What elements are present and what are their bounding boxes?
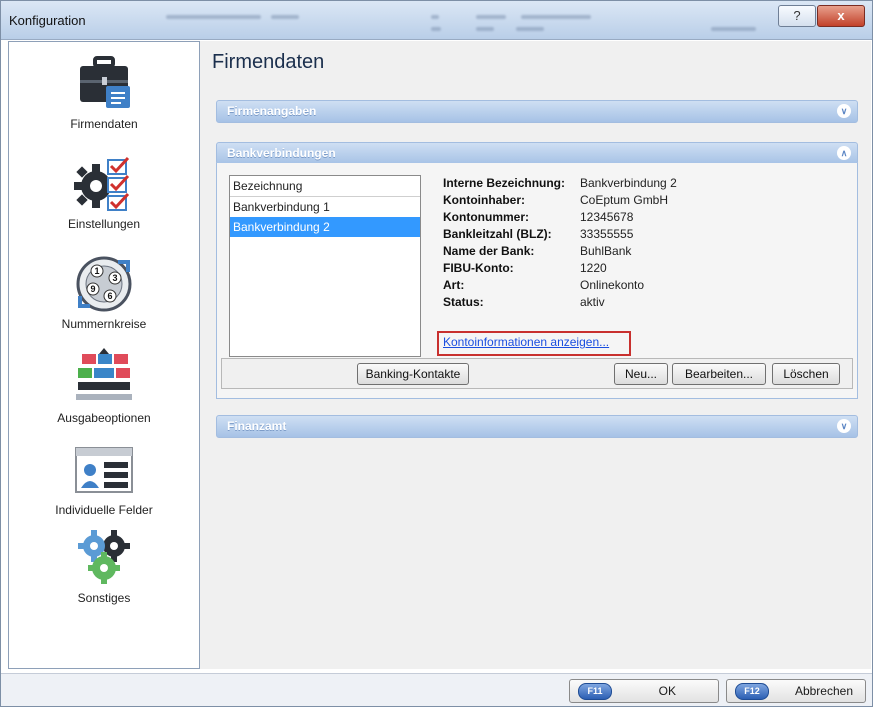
custom-fields-icon [75, 447, 133, 493]
section-title: Finanzamt [227, 419, 287, 433]
bank-list[interactable]: Bezeichnung Bankverbindung 1 Bankverbind… [229, 175, 421, 357]
window-title: Konfiguration [9, 13, 86, 28]
sidebar-item-label: Einstellungen [67, 217, 141, 231]
detail-label: Status: [443, 295, 484, 309]
detail-value: Onlinekonto [580, 278, 645, 292]
section-title: Bankverbindungen [227, 146, 336, 160]
detail-row: Kontoinhaber: CoEptum GmbH [443, 192, 677, 209]
expand-icon[interactable]: ∨ [837, 104, 851, 118]
detail-value: aktiv [580, 295, 605, 309]
detail-label: Name der Bank: [443, 244, 535, 258]
detail-row: FIBU-Konto: 1220 [443, 260, 677, 277]
footer-bar: F11 OK F12 Abbrechen [1, 673, 872, 706]
show-account-info-link[interactable]: Kontoinformationen anzeigen... [443, 335, 609, 349]
sidebar-item-label: Individuelle Felder [55, 503, 153, 517]
gears-icon [78, 530, 130, 584]
detail-value: CoEptum GmbH [580, 193, 669, 207]
expand-icon[interactable]: ∨ [837, 419, 851, 433]
settings-checklist-icon [74, 156, 130, 211]
help-button[interactable]: ? [778, 5, 816, 27]
blurred-background-text [166, 9, 766, 35]
highlight-box: Kontoinformationen anzeigen... [437, 331, 631, 356]
detail-label: Kontoinhaber: [443, 193, 525, 207]
configuration-window: Konfiguration ? x Firmendaten Einstellun… [0, 0, 873, 707]
bank-accounts-panel: Bezeichnung Bankverbindung 1 Bankverbind… [216, 163, 858, 399]
detail-label: FIBU-Konto: [443, 261, 514, 275]
svg-text:1: 1 [94, 266, 99, 276]
svg-text:9: 9 [90, 284, 95, 294]
detail-label: Bankleitzahl (BLZ): [443, 227, 552, 241]
detail-value: 33355555 [580, 227, 634, 241]
detail-row: Bankleitzahl (BLZ): 33355555 [443, 226, 677, 243]
banking-contacts-button[interactable]: Banking-Kontakte [357, 363, 469, 385]
detail-value: 1220 [580, 261, 607, 275]
list-header[interactable]: Bezeichnung [230, 176, 420, 197]
sidebar-item-nummernkreise[interactable]: 1 3 9 6 Nummernkreise [9, 254, 199, 331]
title-bar: Konfiguration ? x [1, 1, 872, 40]
svg-text:6: 6 [107, 291, 112, 301]
new-button[interactable]: Neu... [614, 363, 668, 385]
f11-key-icon: F11 [578, 683, 612, 700]
edit-button[interactable]: Bearbeiten... [672, 363, 766, 385]
list-item-selected[interactable]: Bankverbindung 2 [230, 217, 420, 237]
bank-details: Interne Bezeichnung: Bankverbindung 2 Kon… [443, 175, 677, 311]
sidebar-item-individuelle-felder[interactable]: Individuelle Felder [9, 440, 199, 517]
section-firmenangaben[interactable]: Firmenangaben ∨ [216, 100, 858, 123]
cancel-label: Abbrechen [794, 684, 853, 698]
section-bankverbindungen[interactable]: Bankverbindungen ∧ [216, 142, 858, 165]
detail-label: Interne Bezeichnung: [443, 176, 566, 190]
sidebar-item-firmendaten[interactable]: Firmendaten [9, 54, 199, 131]
page-title: Firmendaten [212, 51, 325, 73]
detail-label: Kontonummer: [443, 210, 529, 224]
detail-row: Art: Onlinekonto [443, 277, 677, 294]
briefcase-icon [80, 56, 130, 108]
list-item[interactable]: Bankverbindung 1 [230, 197, 420, 217]
detail-value: BuhlBank [580, 244, 632, 258]
bank-button-bar: Banking-Kontakte Neu... Bearbeiten... Lö… [221, 358, 853, 389]
sidebar-item-ausgabeoptionen[interactable]: Ausgabeoptionen [9, 348, 199, 425]
output-options-icon [76, 348, 132, 400]
sidebar: Firmendaten Einstellungen 1 3 9 6 Nummer… [8, 41, 200, 669]
detail-value: 12345678 [580, 210, 634, 224]
number-dial-icon: 1 3 9 6 [76, 256, 132, 312]
detail-value: Bankverbindung 2 [580, 176, 677, 190]
main-content: Firmendaten Firmenangaben ∨ Bankverbindu… [200, 41, 871, 669]
section-title: Firmenangaben [227, 104, 317, 118]
detail-row: Interne Bezeichnung: Bankverbindung 2 [443, 175, 677, 192]
close-button[interactable]: x [817, 5, 865, 27]
sidebar-item-sonstiges[interactable]: Sonstiges [9, 528, 199, 605]
sidebar-item-label: Nummernkreise [61, 317, 147, 331]
section-finanzamt[interactable]: Finanzamt ∨ [216, 415, 858, 438]
f12-key-icon: F12 [735, 683, 769, 700]
sidebar-item-label: Firmendaten [70, 117, 138, 131]
svg-text:3: 3 [112, 273, 117, 283]
detail-label: Art: [443, 278, 465, 292]
cancel-button[interactable]: F12 Abbrechen [726, 679, 866, 703]
sidebar-item-label: Ausgabeoptionen [57, 411, 151, 425]
detail-row: Name der Bank: BuhlBank [443, 243, 677, 260]
delete-button[interactable]: Löschen [772, 363, 840, 385]
detail-row: Kontonummer: 12345678 [443, 209, 677, 226]
sidebar-item-label: Sonstiges [77, 591, 131, 605]
sidebar-item-einstellungen[interactable]: Einstellungen [9, 154, 199, 231]
detail-row: Status: aktiv [443, 294, 677, 311]
ok-label: OK [658, 684, 676, 698]
ok-button[interactable]: F11 OK [569, 679, 719, 703]
collapse-icon[interactable]: ∧ [837, 146, 851, 160]
